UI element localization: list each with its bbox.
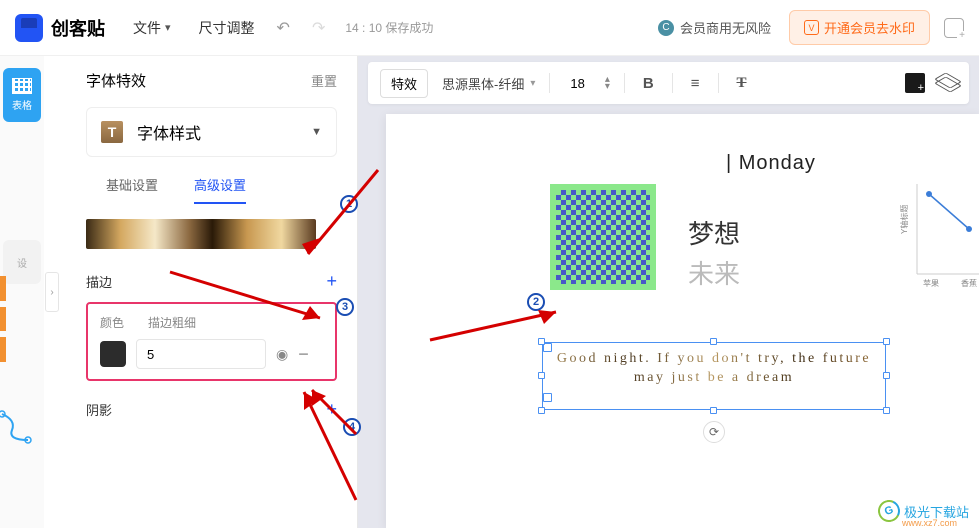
decorative-curve: [0, 410, 34, 446]
text-dream[interactable]: 梦想: [688, 214, 740, 251]
stroke-thickness-input[interactable]: [136, 339, 266, 369]
chevron-down-icon: ▼: [311, 126, 322, 138]
annotation-badge-2: 2: [527, 293, 545, 311]
file-menu[interactable]: 文件▾: [133, 18, 171, 38]
texture-preview[interactable]: [86, 219, 316, 249]
font-style-label: 字体样式: [137, 120, 201, 144]
annotation-badge-1: 1: [340, 195, 358, 213]
v-badge-icon: V: [804, 20, 819, 35]
undo-icon[interactable]: ↶: [277, 18, 290, 38]
svg-text:苹果: 苹果: [923, 278, 939, 288]
watermark-logo-icon: G: [875, 497, 903, 525]
decorative-bars: [0, 276, 6, 362]
canvas-toolbar: 特效 思源黑体-纤细▾ 18 ▴▾ B ≡ T: [368, 62, 969, 104]
add-element-button[interactable]: [905, 73, 925, 93]
qr-code[interactable]: [550, 184, 656, 290]
watermark-url: www.xz7.com: [902, 518, 957, 528]
panel-collapse-handle[interactable]: ›: [45, 272, 59, 312]
align-button[interactable]: ≡: [687, 75, 704, 92]
strikethrough-button[interactable]: T: [733, 75, 751, 92]
remove-stroke-button[interactable]: −: [298, 344, 309, 365]
effects-button[interactable]: 特效: [380, 69, 428, 98]
mini-line-chart[interactable]: Y轴标题 苹果 香蕉: [899, 174, 979, 294]
layers-icon[interactable]: [939, 74, 957, 92]
vip-button[interactable]: V 开通会员去水印: [789, 10, 930, 45]
bold-button[interactable]: B: [639, 75, 658, 92]
text-style-icon: T: [101, 121, 123, 143]
font-style-selector[interactable]: T 字体样式 ▼: [86, 107, 337, 157]
shadow-section-label: 阴影: [86, 400, 112, 419]
tool-settings[interactable]: 设: [3, 240, 41, 284]
visibility-toggle-icon[interactable]: ◉: [276, 346, 288, 363]
size-menu[interactable]: 尺寸调整: [199, 18, 255, 38]
selected-text-box[interactable]: Good night. If you don't try, the future…: [542, 342, 886, 410]
reset-button[interactable]: 重置: [311, 71, 337, 90]
export-icon[interactable]: [944, 18, 964, 38]
redo-icon[interactable]: ↷: [312, 18, 325, 38]
font-size-stepper[interactable]: ▴▾: [605, 76, 610, 90]
stroke-settings-box: 颜色 描边粗细 ◉ −: [86, 302, 337, 381]
selected-text-content: Good night. If you don't try, the future…: [543, 343, 885, 393]
font-family-select[interactable]: 思源黑体-纤细▾: [442, 74, 535, 93]
svg-text:Y轴标题: Y轴标题: [899, 205, 909, 234]
canvas-page[interactable]: | Monday 梦想 未来 Y轴标题 苹果 香蕉 Good night. If …: [386, 114, 979, 528]
font-size-value[interactable]: 18: [564, 76, 590, 91]
brand-name: 创客贴: [51, 15, 105, 41]
color-label: 颜色: [100, 314, 124, 331]
add-shadow-button[interactable]: +: [326, 399, 337, 420]
c-badge-icon: C: [658, 20, 674, 36]
svg-text:香蕉: 香蕉: [961, 278, 977, 288]
logo-icon: [15, 14, 43, 42]
add-stroke-button[interactable]: +: [326, 271, 337, 292]
thickness-label: 描边粗细: [148, 314, 196, 331]
stroke-section-label: 描边: [86, 272, 112, 291]
app-logo[interactable]: 创客贴: [15, 14, 105, 42]
member-info[interactable]: C 会员商用无风险: [658, 18, 771, 37]
tab-basic[interactable]: 基础设置: [106, 175, 158, 204]
tool-table[interactable]: 表格: [3, 68, 41, 122]
left-toolbar: 表格 设: [0, 56, 44, 528]
text-future[interactable]: 未来: [688, 254, 740, 291]
tab-advanced[interactable]: 高级设置: [194, 175, 246, 204]
save-status: 14 : 10 保存成功: [345, 19, 433, 36]
rotate-handle[interactable]: ⟳: [703, 421, 725, 443]
stroke-color-swatch[interactable]: [100, 341, 126, 367]
watermark: G 极光下载站 www.xz7.com: [878, 500, 969, 522]
effects-panel: 字体特效 重置 T 字体样式 ▼ 基础设置 高级设置 描边 + 颜色 描边粗细: [60, 56, 358, 528]
text-monday[interactable]: | Monday: [726, 152, 816, 175]
annotation-badge-3: 3: [336, 298, 354, 316]
panel-title: 字体特效: [86, 70, 146, 91]
annotation-badge-4: 4: [343, 418, 361, 436]
table-icon: [12, 78, 32, 94]
canvas-area: 特效 思源黑体-纤细▾ 18 ▴▾ B ≡ T | Monday 梦想 未来: [358, 56, 979, 528]
